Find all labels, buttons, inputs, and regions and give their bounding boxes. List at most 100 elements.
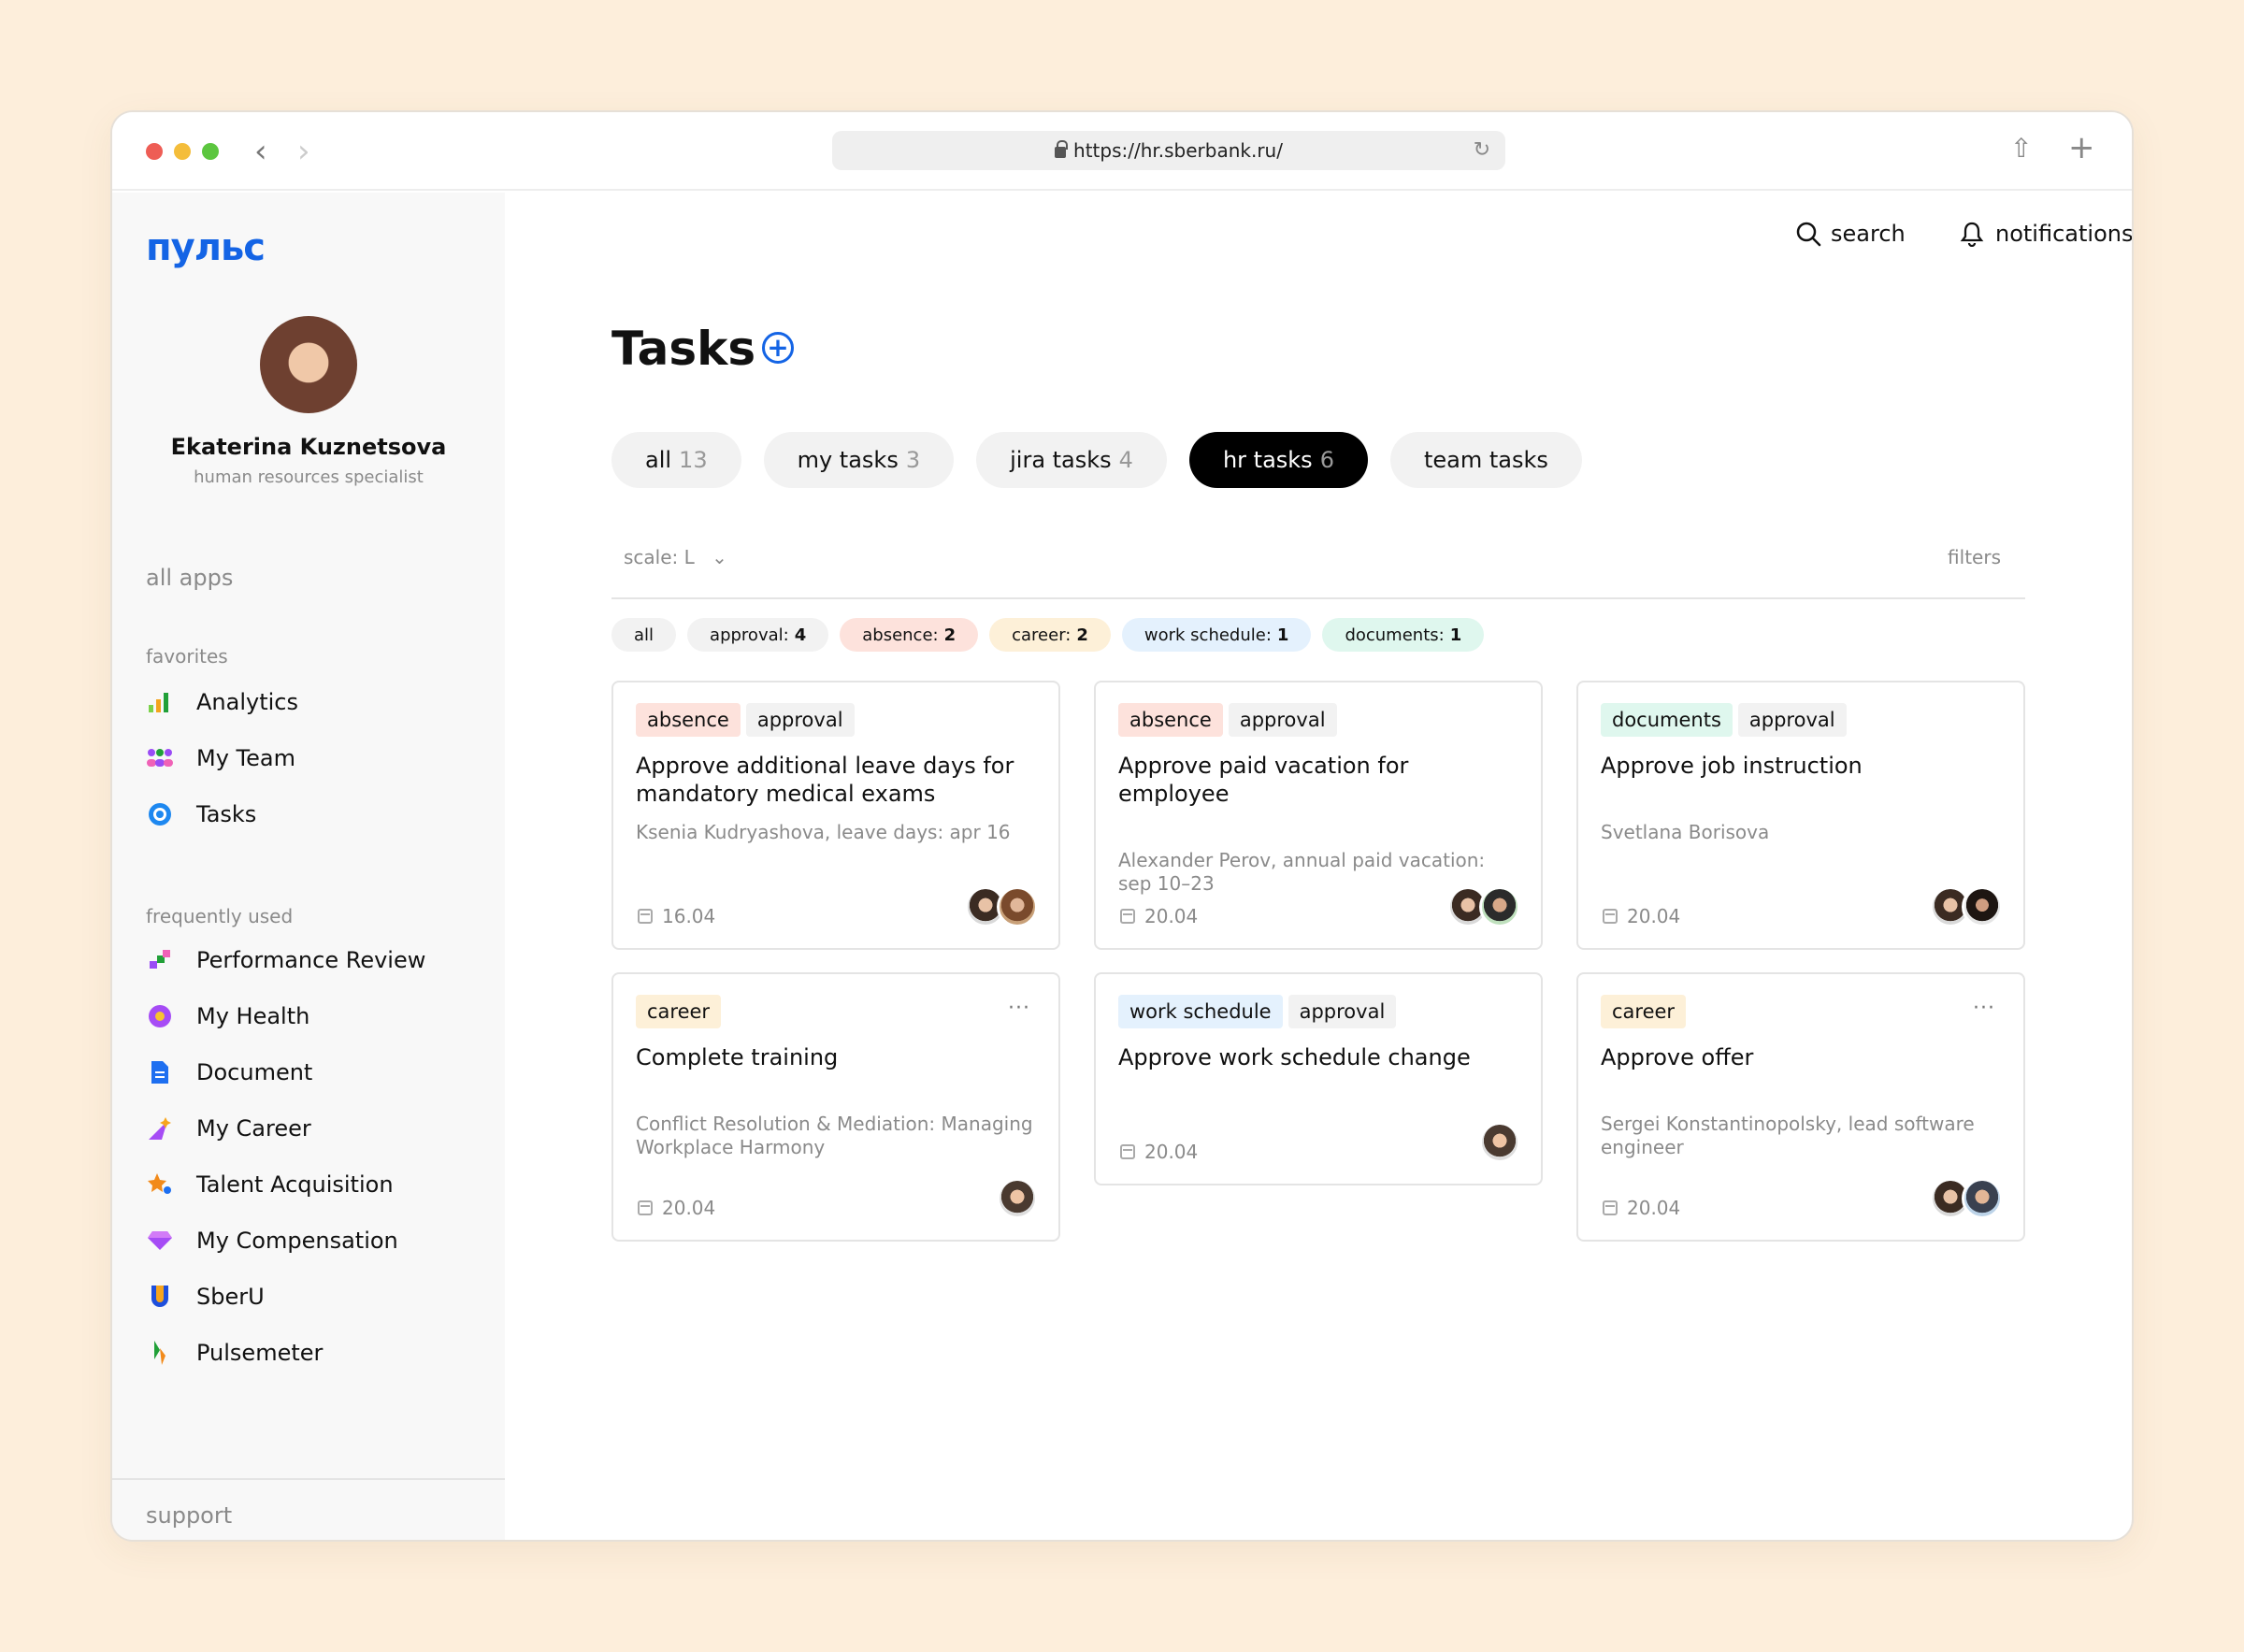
sidebar-item-document[interactable]: Document (146, 1044, 425, 1100)
avatar[interactable] (997, 1178, 1038, 1219)
chip-count: 4 (794, 625, 807, 645)
performance-icon (146, 946, 174, 974)
chip-absence[interactable]: absence: 2 (840, 618, 979, 652)
tag-career: career (636, 995, 722, 1028)
chip-work-schedule[interactable]: work schedule: 1 (1121, 618, 1312, 652)
avatar[interactable] (1479, 886, 1520, 927)
sidebar-item-my-career[interactable]: My Career (146, 1100, 425, 1156)
minimize-window-button[interactable] (174, 143, 191, 160)
more-options-icon[interactable]: ··· (1973, 997, 1995, 1020)
task-cards-grid: absence approval Approve additional leav… (611, 681, 2025, 1242)
team-icon (146, 744, 174, 772)
new-tab-icon[interactable]: + (2068, 129, 2095, 166)
add-task-button[interactable]: + (762, 332, 794, 364)
search-icon (1796, 222, 1821, 247)
tab-my-tasks[interactable]: my tasks 3 (763, 432, 955, 488)
tab-label: jira tasks (1010, 447, 1112, 473)
scale-dropdown[interactable]: scale: L ⌄ (624, 546, 727, 568)
search-button[interactable]: search (1795, 221, 1906, 247)
task-card[interactable]: absence approval Approve paid vacation f… (1094, 681, 1543, 950)
task-card[interactable]: work schedule approval Approve work sche… (1094, 972, 1543, 1185)
sidebar-item-label: My Team (196, 745, 295, 771)
sidebar-item-label: Pulsemeter (196, 1340, 324, 1366)
share-icon[interactable]: ⇧ (2010, 133, 2032, 164)
all-apps-link[interactable]: all apps (146, 565, 233, 591)
task-card[interactable]: documents approval Approve job instructi… (1576, 681, 2025, 950)
sidebar-item-label: Performance Review (196, 947, 426, 973)
tab-all[interactable]: all 13 (611, 432, 741, 488)
forward-arrow-icon[interactable]: › (297, 133, 310, 170)
back-arrow-icon[interactable]: ‹ (254, 133, 267, 170)
chip-label: career: (1012, 625, 1072, 645)
avatar[interactable] (997, 886, 1038, 927)
sidebar-item-label: SberU (196, 1284, 265, 1310)
card-avatars (965, 886, 1038, 927)
card-date: 16.04 (638, 905, 715, 927)
card-tags: documents approval (1601, 703, 2001, 737)
avatar[interactable] (1962, 886, 2003, 927)
sidebar-item-label: Analytics (196, 689, 298, 715)
talent-icon (146, 1171, 174, 1199)
reload-icon[interactable]: ↻ (1474, 138, 1490, 162)
card-date-text: 20.04 (1627, 905, 1681, 927)
main-content: search notifications Tasks + all 13 my ta… (505, 193, 2132, 1540)
task-card[interactable]: career ··· Complete training Conflict Re… (611, 972, 1060, 1242)
document-icon (146, 1058, 174, 1086)
chip-label: absence: (862, 625, 939, 645)
user-avatar[interactable] (260, 316, 357, 413)
sidebar-item-my-team[interactable]: My Team (146, 730, 298, 786)
sberu-icon (146, 1283, 174, 1311)
favorites-title: favorites (146, 645, 228, 668)
tab-count: 4 (1118, 447, 1133, 473)
chip-count: 1 (1449, 625, 1462, 645)
avatar[interactable] (1962, 1178, 2003, 1219)
filters-button[interactable]: filters (1948, 546, 2001, 568)
chip-documents[interactable]: documents: 1 (1322, 618, 1485, 652)
chip-label: work schedule: (1144, 625, 1272, 645)
compensation-icon (146, 1227, 174, 1255)
avatar[interactable] (1479, 1122, 1520, 1163)
tag-approval: approval (1287, 995, 1397, 1028)
tag-documents: documents (1601, 703, 1733, 737)
tab-hr-tasks[interactable]: hr tasks 6 (1188, 432, 1368, 488)
address-bar[interactable]: https://hr.sberbank.ru/ ↻ (832, 131, 1505, 170)
sidebar-item-my-compensation[interactable]: My Compensation (146, 1213, 425, 1269)
chip-career[interactable]: career: 2 (989, 618, 1111, 652)
url-text: https://hr.sberbank.ru/ (1073, 139, 1283, 162)
logo[interactable]: пульс (146, 226, 266, 269)
close-window-button[interactable] (146, 143, 163, 160)
chip-all[interactable]: all (611, 618, 677, 652)
sidebar-item-label: My Health (196, 1003, 310, 1029)
support-link[interactable]: support (112, 1478, 505, 1540)
tab-team-tasks[interactable]: team tasks (1389, 432, 1582, 488)
sidebar-item-performance-review[interactable]: Performance Review (146, 932, 425, 988)
sidebar-item-tasks[interactable]: Tasks (146, 786, 298, 842)
sidebar-item-my-health[interactable]: My Health (146, 988, 425, 1044)
sidebar-item-talent-acquisition[interactable]: Talent Acquisition (146, 1156, 425, 1213)
sidebar-item-analytics[interactable]: Analytics (146, 674, 298, 730)
more-options-icon[interactable]: ··· (1008, 997, 1030, 1020)
task-card[interactable]: absence approval Approve additional leav… (611, 681, 1060, 950)
pulsemeter-icon (146, 1339, 174, 1367)
task-card[interactable]: career ··· Approve offer Sergei Konstant… (1576, 972, 2025, 1242)
health-icon (146, 1002, 174, 1030)
tab-jira-tasks[interactable]: jira tasks 4 (976, 432, 1167, 488)
frequently-used-list: Performance Review My Health Document My… (146, 932, 425, 1381)
sidebar: пульс Ekaterina Kuznetsova human resourc… (112, 193, 505, 1540)
sidebar-item-sberu[interactable]: SberU (146, 1269, 425, 1325)
calendar-icon (1603, 909, 1618, 924)
card-date: 20.04 (1603, 905, 1680, 927)
maximize-window-button[interactable] (202, 143, 219, 160)
card-date-text: 20.04 (1144, 1141, 1199, 1163)
card-tags: absence approval (1118, 703, 1518, 737)
sidebar-item-pulsemeter[interactable]: Pulsemeter (146, 1325, 425, 1381)
tasks-icon (146, 800, 174, 828)
tag-approval: approval (1228, 703, 1337, 737)
chip-approval[interactable]: approval: 4 (687, 618, 829, 652)
card-avatars (1930, 1178, 2003, 1219)
browser-toolbar: ‹ › https://hr.sberbank.ru/ ↻ ⇧ + (112, 112, 2132, 191)
tab-label: hr tasks (1222, 447, 1313, 473)
card-date-text: 16.04 (662, 905, 716, 927)
notifications-button[interactable]: notifications (1960, 221, 2132, 247)
chevron-down-icon: ⌄ (712, 546, 727, 568)
